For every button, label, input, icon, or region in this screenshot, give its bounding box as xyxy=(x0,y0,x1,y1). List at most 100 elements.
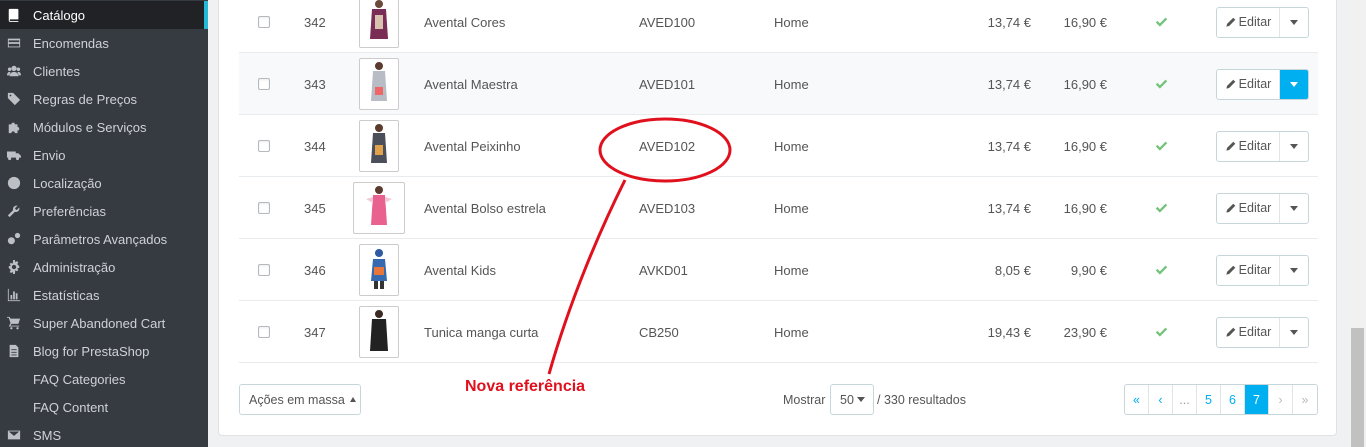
sidebar-item-label: Envio xyxy=(33,147,66,163)
product-name: Avental Bolso estrela xyxy=(424,200,546,216)
price-excl-tax: 8,05 € xyxy=(994,262,1031,278)
page-5-button[interactable]: 5 xyxy=(1197,385,1221,414)
row-checkbox[interactable] xyxy=(258,177,271,239)
check-icon[interactable] xyxy=(1154,239,1168,301)
pencil-icon xyxy=(1226,203,1235,213)
edit-button[interactable]: Editar xyxy=(1217,317,1280,347)
sidebar-item-label: Preferências xyxy=(33,203,106,219)
sidebar-item-label: FAQ Categories xyxy=(33,371,126,387)
price-excl-tax: 13,74 € xyxy=(987,138,1031,154)
sidebar-item-preferencias[interactable]: Preferências xyxy=(0,197,208,225)
pencil-icon xyxy=(1226,265,1235,275)
row-actions-dropdown[interactable] xyxy=(1280,194,1308,223)
sidebar-item-blog[interactable]: Blog for PrestaShop xyxy=(0,337,208,365)
price-incl-tax: 16,90 € xyxy=(1063,200,1107,216)
bulk-actions-button[interactable]: Ações em massa xyxy=(239,384,361,415)
page-7-button[interactable]: 7 xyxy=(1245,385,1269,414)
sidebar-item-estatisticas[interactable]: Estatísticas xyxy=(0,281,208,309)
pagination: « ‹ ... 5 6 7 › » xyxy=(1124,384,1318,415)
sidebar-item-label: Super Abandoned Cart xyxy=(33,315,166,331)
product-thumbnail xyxy=(353,182,405,234)
price-excl-tax: 13,74 € xyxy=(987,76,1031,92)
sidebar-item-parametros[interactable]: Parâmetros Avançados xyxy=(0,225,208,253)
product-name: Avental Maestra xyxy=(424,76,518,92)
price-excl-tax: 19,43 € xyxy=(987,324,1031,340)
sidebar-item-localizacao[interactable]: Localização xyxy=(0,169,208,197)
edit-button[interactable]: Editar xyxy=(1217,193,1280,223)
page-6-button[interactable]: 6 xyxy=(1221,385,1245,414)
pencil-icon xyxy=(1226,17,1235,27)
sidebar-item-label: Estatísticas xyxy=(33,287,100,303)
row-actions-dropdown[interactable] xyxy=(1280,318,1308,347)
product-name: Avental Cores xyxy=(424,14,506,30)
sidebar-item-label: Catálogo xyxy=(33,7,86,23)
product-category: Home xyxy=(774,324,809,340)
bar-chart-icon xyxy=(6,287,22,303)
table-row: 344 Avental Peixinho AVED102 Home 13,74 … xyxy=(239,115,1318,177)
prev-page-button[interactable]: ‹ xyxy=(1149,385,1173,414)
price-incl-tax: 16,90 € xyxy=(1063,76,1107,92)
cart-icon xyxy=(6,315,22,331)
scrollbar-thumb[interactable] xyxy=(1351,328,1364,447)
per-page-select[interactable]: 50 xyxy=(830,384,874,415)
row-actions-dropdown[interactable] xyxy=(1280,256,1308,285)
first-page-button[interactable]: « xyxy=(1125,385,1149,414)
edit-button[interactable]: Editar xyxy=(1217,69,1280,99)
check-icon[interactable] xyxy=(1154,177,1168,239)
edit-button[interactable]: Editar xyxy=(1217,131,1280,161)
check-icon[interactable] xyxy=(1154,53,1168,115)
row-actions-dropdown[interactable] xyxy=(1280,8,1308,37)
last-page-button[interactable]: » xyxy=(1293,385,1317,414)
caret-down-icon xyxy=(856,397,865,402)
wrench-icon xyxy=(6,203,22,219)
sidebar-item-encomendas[interactable]: Encomendas xyxy=(0,29,208,57)
table-row: 346 Avental Kids AVKD01 Home 8,05 € 9,90… xyxy=(239,239,1318,301)
row-actions-dropdown[interactable] xyxy=(1280,69,1308,99)
check-icon[interactable] xyxy=(1154,115,1168,177)
check-icon[interactable] xyxy=(1154,0,1168,53)
table-row: 345 Avental Bolso estrela AVED103 Home 1… xyxy=(239,177,1318,239)
table-row: 342 Avental Cores AVED100 Home 13,74 € 1… xyxy=(239,0,1318,53)
product-id: 343 xyxy=(304,76,326,92)
product-name: Avental Peixinho xyxy=(424,138,521,154)
sidebar-item-label: Administração xyxy=(33,259,116,275)
price-incl-tax: 23,90 € xyxy=(1063,324,1107,340)
sidebar-item-label: FAQ Content xyxy=(33,399,109,415)
product-thumbnail xyxy=(359,244,399,296)
sidebar-item-catalogo[interactable]: Catálogo xyxy=(0,1,208,29)
sidebar-item-administracao[interactable]: Administração xyxy=(0,253,208,281)
product-reference: AVKD01 xyxy=(639,262,688,278)
edit-button[interactable]: Editar xyxy=(1217,7,1280,37)
row-actions-dropdown[interactable] xyxy=(1280,132,1308,161)
edit-button[interactable]: Editar xyxy=(1217,255,1280,285)
product-reference: AVED103 xyxy=(639,200,696,216)
sidebar-item-clientes[interactable]: Clientes xyxy=(0,57,208,85)
product-category: Home xyxy=(774,14,809,30)
row-checkbox[interactable] xyxy=(258,115,271,177)
product-category: Home xyxy=(774,76,809,92)
sidebar-item-faq-categories[interactable]: FAQ Categories xyxy=(0,365,208,393)
product-reference: CB250 xyxy=(639,324,679,340)
sidebar-item-abandoned-cart[interactable]: Super Abandoned Cart xyxy=(0,309,208,337)
results-count: / 330 resultados xyxy=(877,392,966,407)
sidebar-item-label: Encomendas xyxy=(33,35,109,51)
gear-icon xyxy=(6,259,22,275)
next-page-button[interactable]: › xyxy=(1269,385,1293,414)
sidebar-item-modulos[interactable]: Módulos e Serviços xyxy=(0,113,208,141)
product-name: Tunica manga curta xyxy=(424,324,539,340)
sidebar-item-envio[interactable]: Envio xyxy=(0,141,208,169)
puzzle-icon xyxy=(6,119,22,135)
sidebar-item-faq-content[interactable]: FAQ Content xyxy=(0,393,208,421)
sidebar-item-sms[interactable]: SMS xyxy=(0,421,208,447)
product-id: 345 xyxy=(304,200,326,216)
sidebar-item-label: Clientes xyxy=(33,63,80,79)
price-incl-tax: 16,90 € xyxy=(1063,138,1107,154)
sidebar-item-regras-precos[interactable]: Regras de Preços xyxy=(0,85,208,113)
row-checkbox[interactable] xyxy=(258,239,271,301)
document-icon xyxy=(6,343,22,359)
row-checkbox[interactable] xyxy=(258,0,271,53)
check-icon[interactable] xyxy=(1154,301,1168,363)
row-checkbox[interactable] xyxy=(258,53,271,115)
sidebar-item-label: Parâmetros Avançados xyxy=(33,231,168,247)
row-checkbox[interactable] xyxy=(258,301,271,363)
